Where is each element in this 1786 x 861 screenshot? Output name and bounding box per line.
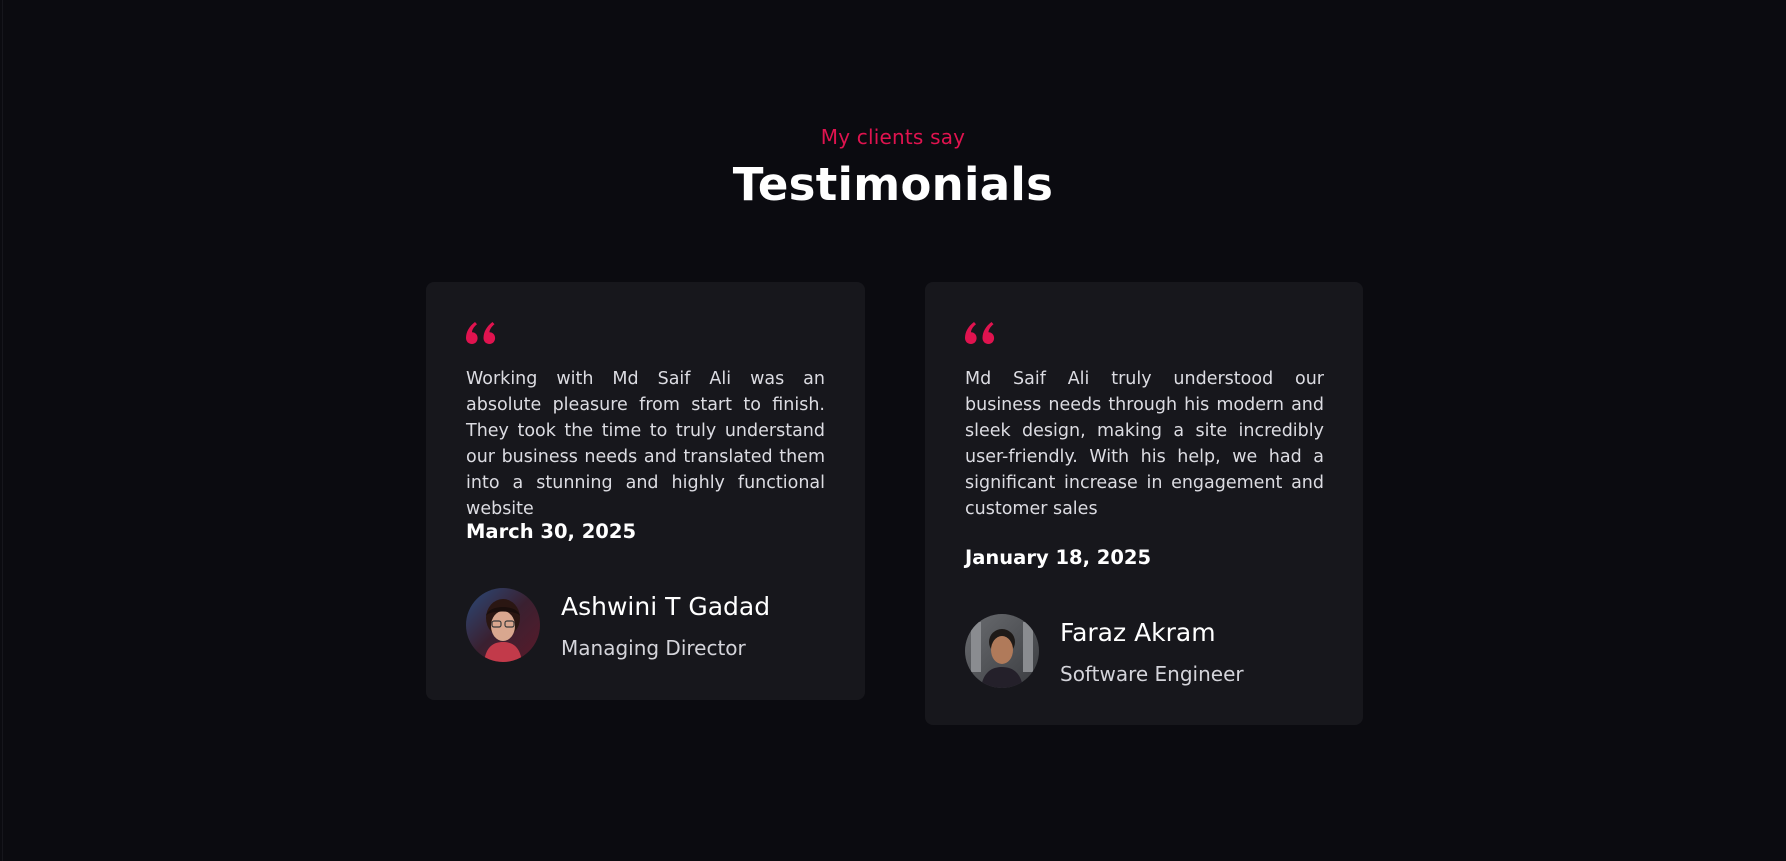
testimonial-card: Md Saif Ali truly understood our busines… <box>925 282 1363 725</box>
testimonial-text: Working with Md Saif Ali was an absolute… <box>466 369 825 519</box>
section-eyebrow: My clients say <box>820 125 966 149</box>
testimonials-section: My clients say Testimonials Working with… <box>0 0 1786 861</box>
author-name: Ashwini T Gadad <box>561 592 771 621</box>
avatar <box>466 588 540 662</box>
section-title: Testimonials <box>732 158 1054 211</box>
testimonial-author: Ashwini T Gadad Managing Director <box>466 588 826 664</box>
quote-icon <box>466 322 496 344</box>
testimonial-card: Working with Md Saif Ali was an absolute… <box>426 282 865 700</box>
testimonial-date: January 18, 2025 <box>965 546 1152 569</box>
avatar <box>965 614 1039 688</box>
author-role: Software Engineer <box>1060 662 1244 686</box>
quote-icon <box>965 322 995 344</box>
author-role: Managing Director <box>561 636 746 660</box>
testimonial-date: March 30, 2025 <box>466 520 637 543</box>
testimonial-author: Faraz Akram Software Engineer <box>965 614 1325 690</box>
testimonial-text: Md Saif Ali truly understood our busines… <box>965 369 1324 519</box>
author-name: Faraz Akram <box>1060 618 1216 647</box>
